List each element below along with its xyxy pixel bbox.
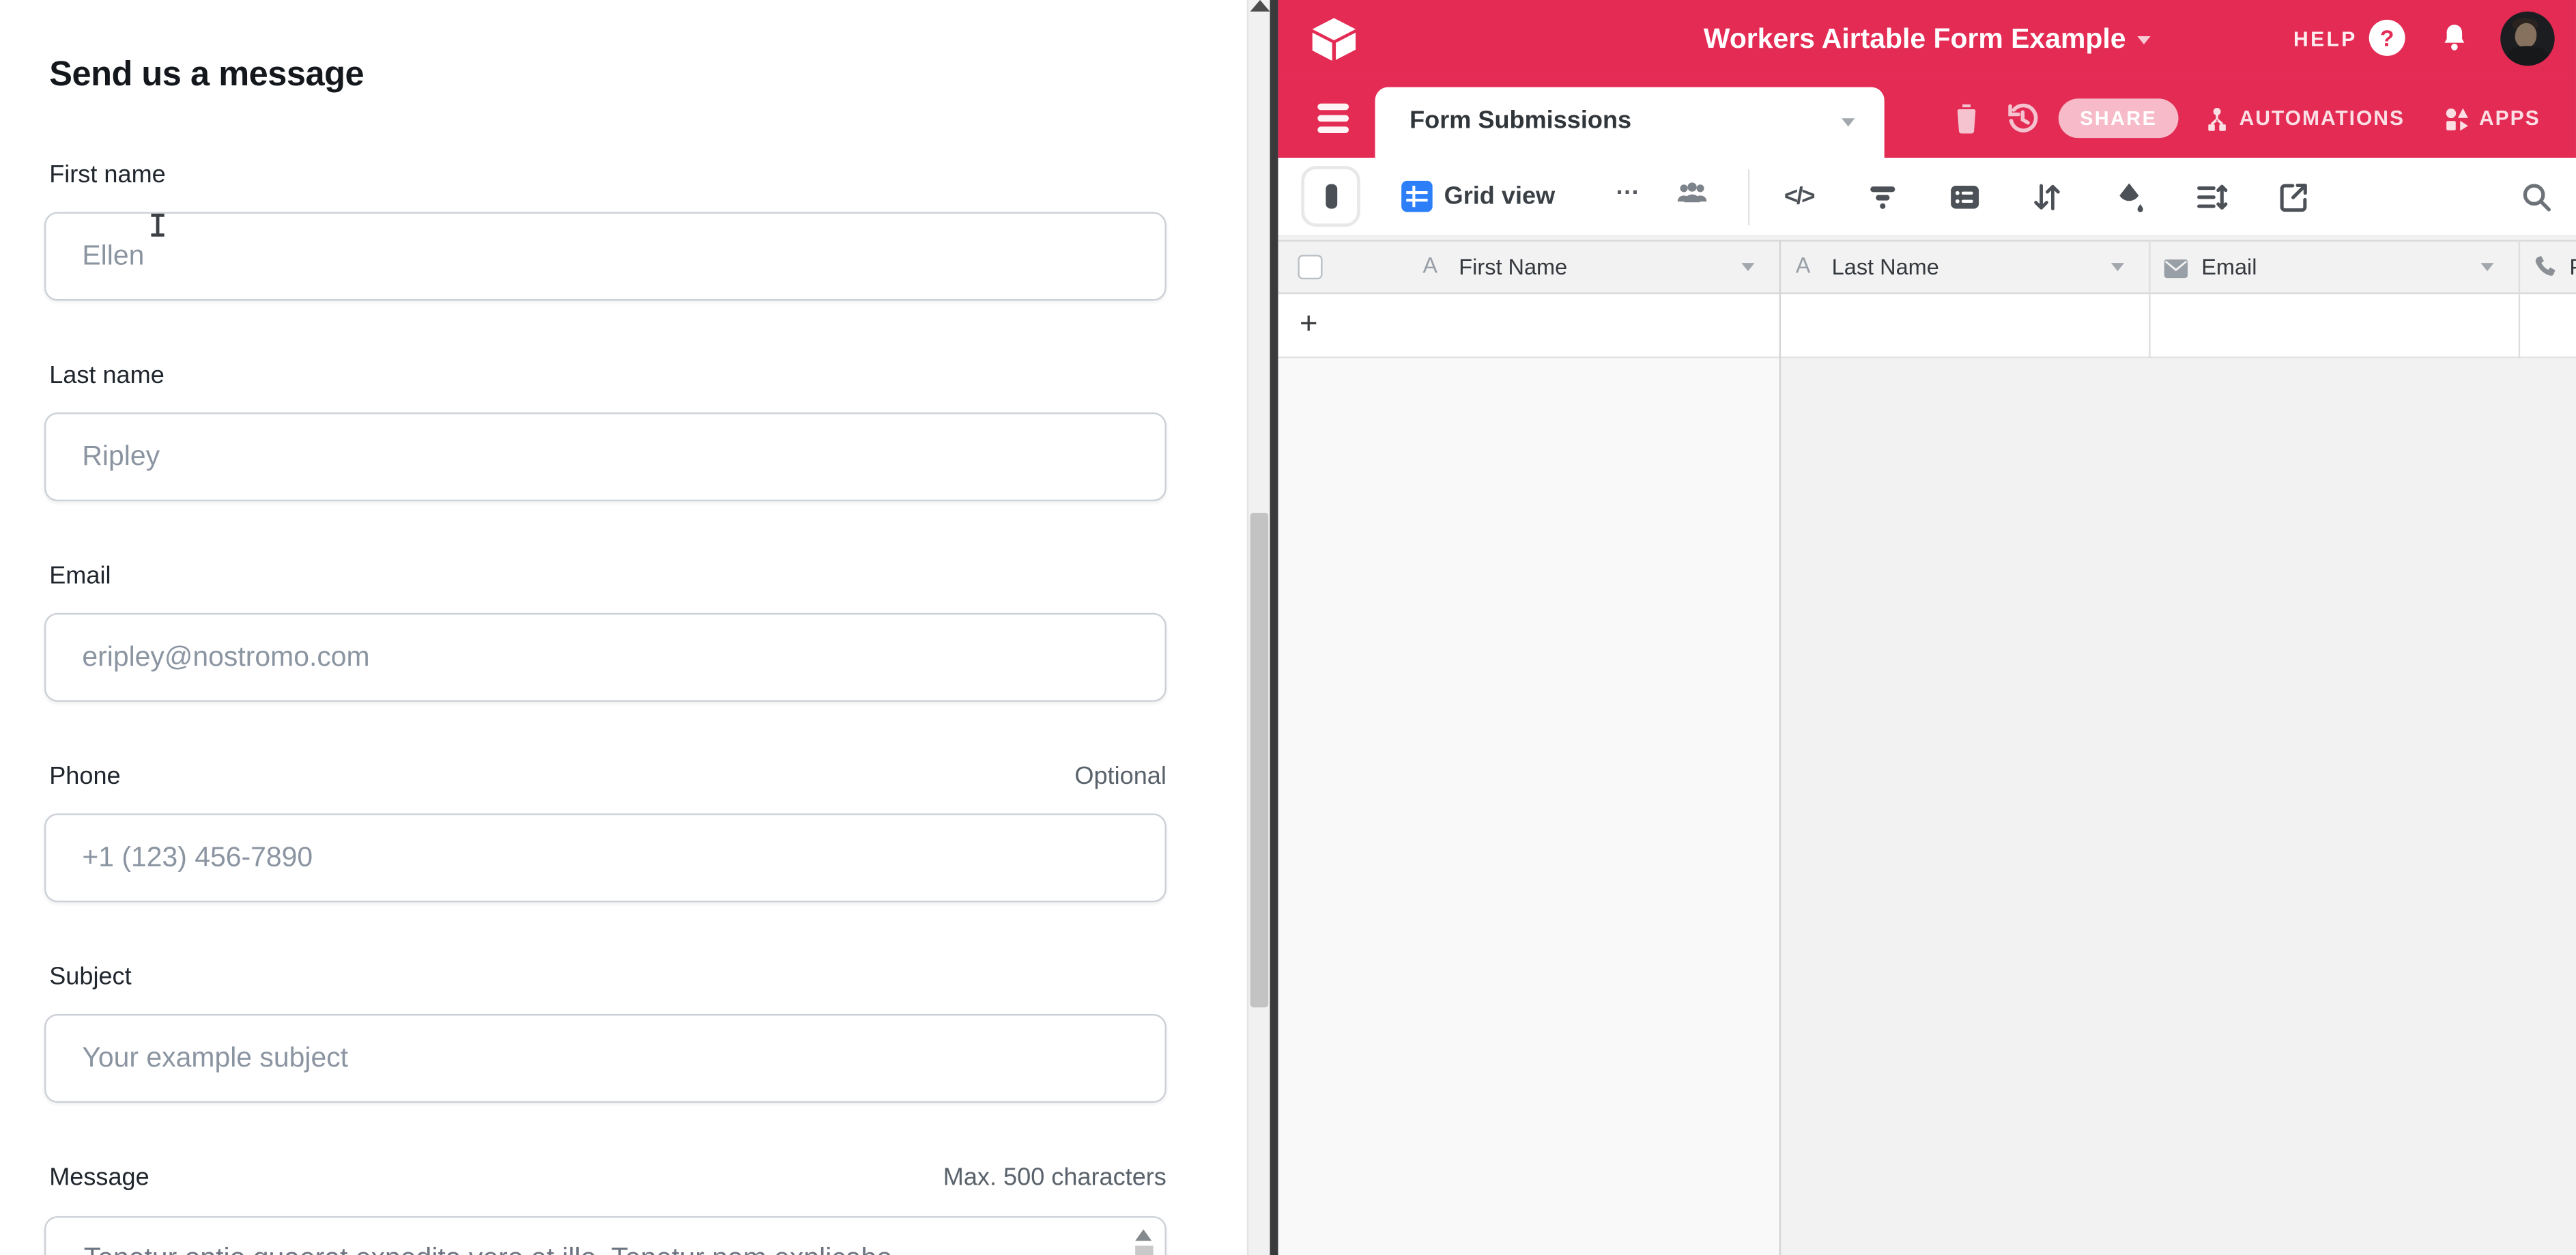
textarea-scrollbar-thumb[interactable]: [1135, 1245, 1153, 1255]
textarea-scroll-up-icon[interactable]: [1135, 1229, 1151, 1241]
automations-label: AUTOMATIONS: [2239, 107, 2405, 130]
select-all-checkbox[interactable]: [1298, 255, 1322, 279]
email-icon: [2164, 256, 2188, 281]
table-tab-caret-icon: [1842, 118, 1855, 126]
history-icon[interactable]: [2003, 98, 2042, 138]
automations-icon: [2203, 104, 2231, 132]
grid-body-frozen-area: [1278, 358, 1779, 1255]
frozen-column-divider[interactable]: [1779, 240, 1781, 1255]
table-tab-form-submissions[interactable]: Form Submissions: [1375, 87, 1885, 158]
last-name-label: Last name: [49, 362, 164, 390]
column-divider: [2519, 240, 2520, 358]
collaborators-icon[interactable]: [1676, 181, 1708, 214]
grid-header-row: A First Name A Last Name Email Phone: [1278, 240, 2576, 294]
apps-icon: [2443, 104, 2471, 132]
add-record-icon[interactable]: +: [1300, 307, 1318, 343]
contact-form-pane: Send us a message First name Last name E…: [0, 0, 1247, 1255]
grid-view-label[interactable]: Grid view: [1444, 182, 1556, 210]
column-header-phone[interactable]: Phone: [2569, 255, 2576, 279]
last-name-input[interactable]: [44, 412, 1167, 501]
hide-fields-icon[interactable]: </>: [1784, 182, 1817, 215]
message-label: Message: [49, 1164, 149, 1191]
view-toolbar: Grid view … </>: [1278, 158, 2576, 237]
trash-icon[interactable]: [1947, 98, 1986, 138]
column-header-email[interactable]: Email: [2201, 255, 2257, 279]
apps-button[interactable]: APPS: [2443, 98, 2541, 138]
airtable-pane: Workers Airtable Form Example HELP ? For…: [1278, 0, 2576, 1255]
phone-label: Phone: [49, 763, 120, 791]
phone-icon: [2533, 255, 2558, 279]
screen: Send us a message First name Last name E…: [0, 0, 2576, 1255]
text-field-icon: A: [1796, 253, 1811, 278]
first-name-input[interactable]: [44, 212, 1167, 300]
toolbar-divider: [1748, 169, 1749, 225]
views-sidebar-toggle[interactable]: [1301, 166, 1360, 227]
base-title-caret-icon: [2137, 36, 2150, 44]
window-pane-divider[interactable]: [1270, 0, 1278, 1255]
grid-add-row[interactable]: +: [1278, 294, 2576, 358]
column-header-first-name[interactable]: First Name: [1459, 255, 1567, 279]
scroll-up-arrow-icon[interactable]: [1250, 0, 1270, 12]
message-textarea[interactable]: Tenetur optio quaerat expedita vero et i…: [44, 1216, 1167, 1255]
text-cursor-icon: [148, 214, 166, 237]
tables-menu-icon[interactable]: [1317, 104, 1349, 133]
grid-view-icon: [1401, 181, 1433, 212]
grid-body-area: [1779, 358, 2576, 1255]
base-title[interactable]: Workers Airtable Form Example: [1704, 23, 2126, 56]
message-maxchars-note: Max. 500 characters: [943, 1164, 1167, 1191]
row-height-icon[interactable]: [2195, 181, 2228, 214]
email-label: Email: [49, 562, 111, 590]
column-caret-icon[interactable]: [2480, 263, 2493, 271]
filter-icon[interactable]: [1866, 181, 1899, 214]
help-question-icon[interactable]: ?: [2369, 20, 2405, 56]
color-icon[interactable]: [2113, 181, 2145, 214]
notifications-bell-icon[interactable]: [2438, 21, 2471, 56]
column-divider: [2149, 240, 2150, 358]
share-button[interactable]: SHARE: [2059, 98, 2179, 138]
phone-input[interactable]: [44, 813, 1167, 902]
share-view-icon[interactable]: [2277, 181, 2310, 214]
email-input[interactable]: [44, 613, 1167, 702]
column-caret-icon[interactable]: [2111, 263, 2124, 271]
automations-button[interactable]: AUTOMATIONS: [2203, 98, 2405, 138]
subject-input[interactable]: [44, 1014, 1167, 1103]
view-more-icon[interactable]: …: [1615, 173, 1642, 201]
search-icon[interactable]: [2520, 181, 2553, 214]
column-caret-icon[interactable]: [1741, 263, 1754, 271]
user-avatar[interactable]: [2500, 12, 2554, 66]
subject-label: Subject: [49, 963, 131, 991]
table-tab-label: Form Submissions: [1409, 107, 1631, 135]
apps-label: APPS: [2479, 107, 2541, 130]
column-header-last-name[interactable]: Last Name: [1832, 255, 1939, 279]
phone-optional-note: Optional: [1074, 763, 1166, 791]
group-icon[interactable]: [1949, 181, 1981, 214]
help-button[interactable]: HELP: [2293, 28, 2358, 51]
text-field-icon: A: [1422, 253, 1437, 278]
sort-icon[interactable]: [2031, 181, 2063, 214]
message-text: Tenetur optio quaerat expedita vero et i…: [84, 1243, 892, 1255]
first-name-label: First name: [49, 161, 166, 189]
form-title: Send us a message: [49, 56, 364, 96]
airtable-topbar: Workers Airtable Form Example HELP ?: [1278, 0, 2576, 79]
form-pane-scrollbar-thumb[interactable]: [1250, 513, 1268, 1007]
